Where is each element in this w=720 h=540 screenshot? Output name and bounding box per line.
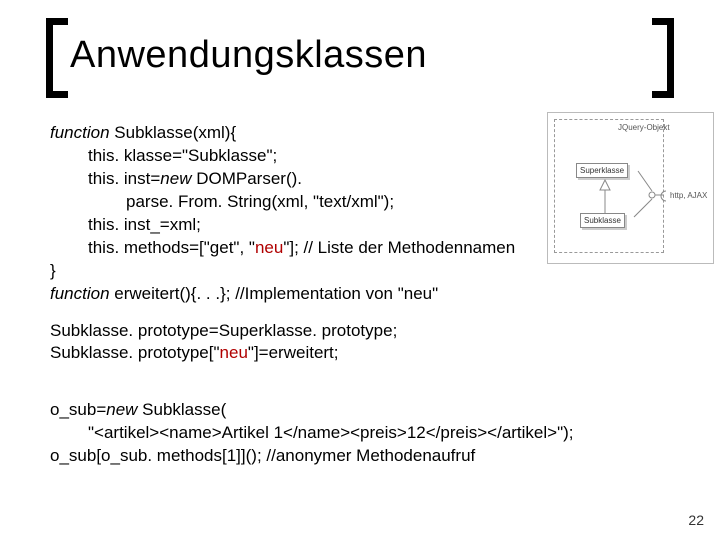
keyword-function: function	[50, 123, 110, 142]
code-line: o_sub[o_sub. methods[1]](); //anonymer M…	[50, 445, 630, 468]
code-line: this. inst=new DOMParser().	[50, 168, 630, 191]
title-frame: Anwendungsklassen	[46, 18, 674, 98]
code-line: this. methods=["get", "neu"]; // Liste d…	[50, 237, 630, 260]
uml-diagram: JQuery-Objekt Superklasse Subklasse http…	[547, 112, 714, 264]
code-line: o_sub=new Subklasse(	[50, 399, 630, 422]
highlight-neu: neu	[220, 343, 248, 362]
keyword-new: new	[160, 169, 191, 188]
code-line: function erweitert(){. . .}; //Implement…	[50, 283, 630, 306]
keyword-function: function	[50, 284, 110, 303]
code-line: Subklasse. prototype=Superklasse. protot…	[50, 320, 630, 343]
bracket-right-icon	[652, 18, 674, 98]
code-line: }	[50, 260, 630, 283]
code-line: this. klasse="Subklasse";	[50, 145, 630, 168]
keyword-new: new	[106, 400, 137, 419]
code-block: function Subklasse(xml){ this. klasse="S…	[50, 122, 630, 468]
bracket-left-icon	[46, 18, 68, 98]
code-line: "<artikel><name>Artikel 1</name><preis>1…	[50, 422, 630, 445]
code-line: parse. From. String(xml, "text/xml");	[50, 191, 630, 214]
slide-title: Anwendungsklassen	[70, 34, 427, 77]
highlight-neu: neu	[255, 238, 283, 257]
code-line: Subklasse. prototype["neu"]=erweitert;	[50, 342, 630, 365]
slide: Anwendungsklassen function Subklasse(xml…	[0, 0, 720, 540]
diagram-connectors-icon	[548, 113, 713, 263]
page-number: 22	[688, 512, 704, 528]
code-line: function Subklasse(xml){	[50, 122, 630, 145]
code-line: this. inst_=xml;	[50, 214, 630, 237]
